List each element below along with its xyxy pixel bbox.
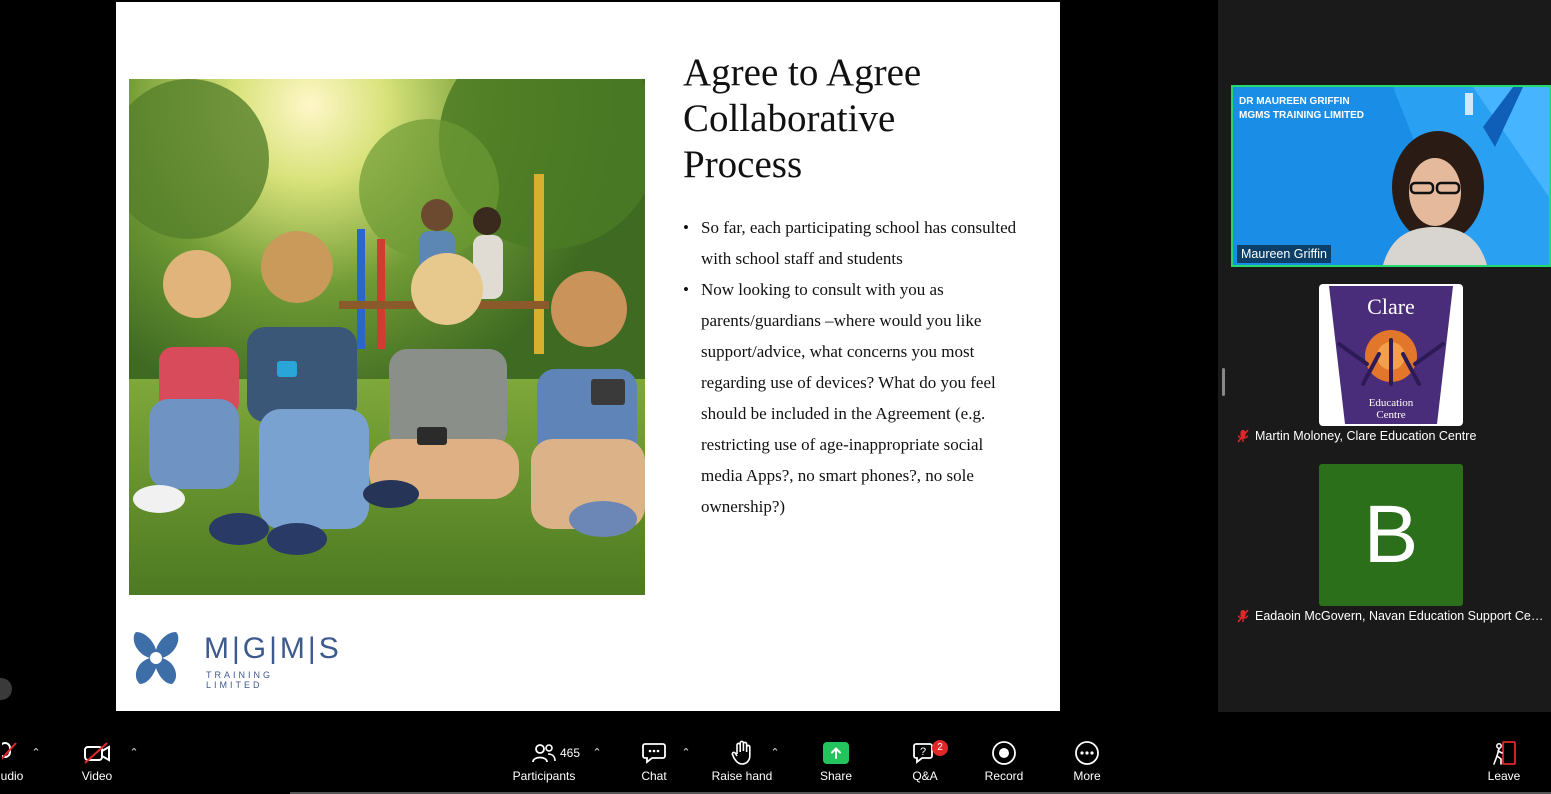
slide-title: Agree to Agree Collaborative Process <box>683 51 922 186</box>
slide-bullet: Now looking to consult with you as paren… <box>683 274 1023 522</box>
muted-mic-icon <box>1237 429 1249 443</box>
participant-name-label: Eadaoin McGovern, Navan Education Suppor… <box>1235 607 1551 625</box>
muted-mic-icon <box>1237 609 1249 623</box>
record-label: Record <box>984 769 1024 783</box>
speaker-banner-line: MGMS TRAINING LIMITED <box>1239 110 1364 121</box>
participant-tile[interactable]: Clare Education Centre Martin Moloney, C… <box>1231 267 1551 447</box>
mgms-logo-text: M|G|M|S <box>204 632 342 665</box>
leave-door-icon <box>1493 741 1516 765</box>
record-icon <box>992 741 1016 765</box>
participants-count: 465 <box>560 746 581 760</box>
video-button[interactable]: Video <box>74 738 120 788</box>
speaker-name-banner: DR MAUREEN GRIFFIN MGMS TRAINING LIMITED <box>1239 95 1364 123</box>
video-off-icon <box>84 742 110 764</box>
mgms-logo-subtitle: TRAINING LIMITED <box>206 670 274 690</box>
participant-name-label: Martin Moloney, Clare Education Centre <box>1235 427 1478 445</box>
audio-label: udio <box>0 769 24 783</box>
raise-hand-options-caret-icon[interactable]: ⌃ <box>768 746 782 760</box>
avatar: B <box>1319 464 1463 606</box>
leave-label: Leave <box>1487 769 1521 783</box>
chat-button[interactable]: Chat <box>634 738 674 788</box>
clare-logo-title: Clare <box>1367 294 1415 319</box>
leave-button[interactable]: Leave <box>1486 738 1522 788</box>
record-button[interactable]: Record <box>982 738 1026 788</box>
clare-logo-subtitle: Centre <box>1376 409 1405 421</box>
clare-logo-subtitle: Education <box>1369 397 1414 409</box>
chat-label: Chat <box>641 769 667 783</box>
raise-hand-button[interactable]: Raise hand <box>710 738 774 788</box>
mgms-emblem-icon <box>133 632 179 684</box>
mgms-logo: M|G|M|S TRAINING LIMITED <box>128 628 339 690</box>
children-with-phones-photo <box>129 79 645 595</box>
slide-bullet: So far, each participating school has co… <box>683 212 1023 274</box>
video-options-caret-icon[interactable]: ⌃ <box>127 746 141 760</box>
active-speaker-tile[interactable]: DR MAUREEN GRIFFIN MGMS TRAINING LIMITED… <box>1231 85 1551 267</box>
participants-icon <box>532 744 556 763</box>
video-label: Video <box>81 769 113 783</box>
svg-text:?: ? <box>920 746 926 758</box>
audio-button[interactable]: udio <box>0 738 24 788</box>
presentation-slide: Agree to Agree Collaborative Process So … <box>116 2 1060 711</box>
raise-hand-label: Raise hand <box>711 769 773 783</box>
clare-education-centre-logo: Clare Education Centre <box>1319 284 1463 426</box>
participant-name: Eadaoin McGovern, Navan Education Suppor… <box>1255 609 1549 623</box>
chat-options-caret-icon[interactable]: ⌃ <box>679 746 693 760</box>
more-options-icon <box>1075 741 1099 765</box>
more-label: More <box>1073 769 1101 783</box>
chat-icon <box>642 743 666 764</box>
share-button[interactable]: Share <box>816 738 856 788</box>
shared-screen: Agree to Agree Collaborative Process So … <box>0 0 1218 712</box>
raise-hand-icon <box>731 740 751 765</box>
share-screen-icon <box>823 742 849 764</box>
panel-resize-handle[interactable] <box>1222 368 1225 396</box>
participants-options-caret-icon[interactable]: ⌃ <box>590 746 604 760</box>
participant-name: Martin Moloney, Clare Education Centre <box>1255 429 1477 443</box>
muted-mic-icon <box>2 742 17 761</box>
more-button[interactable]: More <box>1070 738 1104 788</box>
participants-label: Participants <box>512 769 576 783</box>
qa-notification-badge: 2 <box>932 740 948 756</box>
meeting-toolbar: udio ⌃ Video ⌃ Participants 465 ⌃ Chat ⌃… <box>0 732 1551 794</box>
share-label: Share <box>819 769 853 783</box>
slide-bullet-list: So far, each participating school has co… <box>683 212 1023 522</box>
audio-options-caret-icon[interactable]: ⌃ <box>29 746 43 760</box>
zoom-meeting-window: Agree to Agree Collaborative Process So … <box>0 0 1551 794</box>
qa-label: Q&A <box>912 769 938 783</box>
participant-name-label: Maureen Griffin <box>1237 245 1331 263</box>
speaker-banner-line: DR MAUREEN GRIFFIN <box>1239 96 1350 107</box>
participant-tile[interactable]: B Eadaoin McGovern, Navan Education Supp… <box>1231 447 1551 627</box>
floating-control-icon[interactable] <box>0 678 12 700</box>
